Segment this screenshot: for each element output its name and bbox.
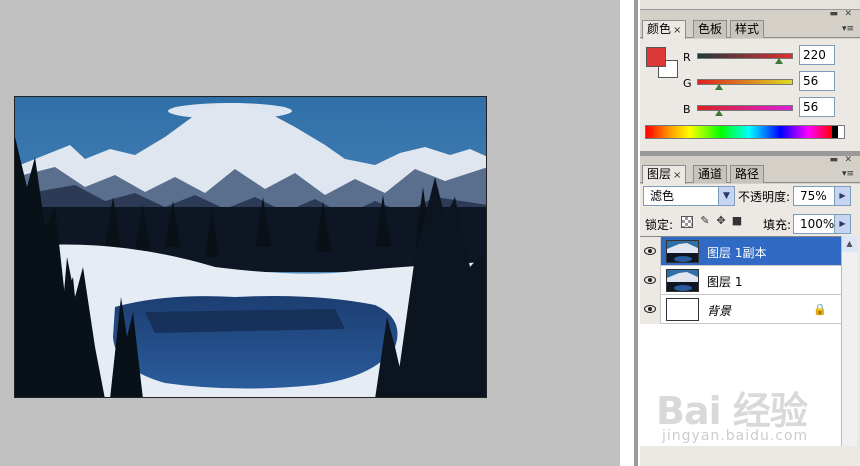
eye-icon <box>644 276 656 284</box>
minimize-icon[interactable]: ▬ <box>829 10 838 19</box>
tab-layers-label: 图层 <box>647 167 672 181</box>
color-spectrum-bar[interactable] <box>645 125 845 139</box>
layers-list: 图层 1副本 图层 1 背景 🔒 <box>639 236 841 446</box>
slider-r[interactable] <box>697 53 793 64</box>
visibility-toggle[interactable] <box>639 266 661 295</box>
dock-left-edge <box>638 0 640 466</box>
layer-row-1[interactable]: 图层 1 <box>639 266 841 295</box>
tab-color-label: 颜色 <box>647 22 672 36</box>
panel-dock: ▬ ✕ 颜色 × 色板 样式 ▾≡ R 220 G 56 B 56 ▬ ✕ 图层… <box>638 0 860 466</box>
opacity-input[interactable]: 75% ▶ <box>793 186 851 206</box>
close-icon[interactable]: ✕ <box>844 10 852 19</box>
thumbnail-photo <box>667 270 698 291</box>
panel-menu-icon[interactable]: ▾≡ <box>842 24 854 34</box>
chevron-down-icon[interactable]: ▼ <box>718 187 734 205</box>
opacity-value: 75% <box>800 189 827 203</box>
value-b-input[interactable]: 56 <box>799 97 835 117</box>
canvas-workspace[interactable] <box>0 0 620 466</box>
layer-name[interactable]: 背景 <box>707 302 731 319</box>
lock-label: 锁定: <box>645 218 674 232</box>
previous-panel-stub <box>638 0 860 10</box>
tab-channels-label: 通道 <box>698 167 723 181</box>
layers-scrollbar[interactable]: ▲ <box>841 236 857 446</box>
eye-icon <box>644 305 656 313</box>
tab-close-icon[interactable]: × <box>673 170 681 181</box>
blend-mode-select[interactable]: 滤色 ▼ <box>643 186 735 206</box>
tab-layers[interactable]: 图层 × <box>642 165 687 184</box>
tab-swatches-label: 色板 <box>698 22 723 36</box>
fill-value: 100% <box>800 217 835 231</box>
slider-b[interactable] <box>697 105 793 116</box>
tab-paths[interactable]: 路径 <box>730 165 765 183</box>
mountain-lake-photo <box>15 97 486 397</box>
fill-label: 填充: <box>763 218 792 232</box>
visibility-toggle[interactable] <box>639 295 661 324</box>
lock-icon: 🔒 <box>813 303 827 316</box>
layer-thumbnail <box>666 269 699 292</box>
tab-styles-label: 样式 <box>735 22 760 36</box>
color-panel-body: R 220 G 56 B 56 <box>638 39 860 151</box>
scroll-up-icon[interactable]: ▲ <box>842 236 857 252</box>
opacity-label: 不透明度: <box>738 190 791 204</box>
move-icon[interactable]: ✥ <box>715 215 727 227</box>
channel-b-label: B <box>683 103 691 116</box>
layer-row-copy[interactable]: 图层 1副本 <box>639 237 841 266</box>
layer-row-background[interactable]: 背景 🔒 <box>639 295 841 324</box>
blend-mode-value: 滤色 <box>650 189 675 203</box>
tab-channels[interactable]: 通道 <box>693 165 728 183</box>
tab-styles[interactable]: 样式 <box>730 20 765 38</box>
foreground-color-swatch[interactable] <box>646 47 666 67</box>
slider-g[interactable] <box>697 79 793 90</box>
lock-icon[interactable]: ■ <box>731 215 743 227</box>
layer-name[interactable]: 图层 1副本 <box>707 244 766 261</box>
slider-r-thumb[interactable] <box>775 58 783 64</box>
opacity-arrow-icon[interactable]: ▶ <box>834 187 850 205</box>
layer-thumbnail <box>666 298 699 321</box>
color-panel-tabs: 颜色 × 色板 样式 ▾≡ <box>638 18 860 39</box>
fill-input[interactable]: 100% ▶ <box>793 214 851 234</box>
fill-arrow-icon[interactable]: ▶ <box>834 215 850 233</box>
document-image[interactable] <box>14 96 487 398</box>
value-r-input[interactable]: 220 <box>799 45 835 65</box>
checkerboard-icon[interactable] <box>681 216 693 228</box>
channel-g-label: G <box>683 77 692 90</box>
tab-close-icon[interactable]: × <box>673 25 681 36</box>
layers-panel-tabs: 图层 × 通道 路径 ▾≡ <box>638 163 860 184</box>
color-panel-titlebar[interactable]: ▬ ✕ <box>638 10 860 19</box>
eye-icon <box>644 247 656 255</box>
tab-color[interactable]: 颜色 × <box>642 20 687 39</box>
tab-swatches[interactable]: 色板 <box>693 20 728 38</box>
layer-thumbnail <box>666 240 699 263</box>
channel-r-label: R <box>683 51 691 64</box>
brush-icon[interactable]: ✎ <box>699 215 711 227</box>
layer-name[interactable]: 图层 1 <box>707 273 742 290</box>
visibility-toggle[interactable] <box>639 237 661 266</box>
slider-b-thumb[interactable] <box>715 110 723 116</box>
panel-menu-icon[interactable]: ▾≡ <box>842 169 854 179</box>
slider-g-thumb[interactable] <box>715 84 723 90</box>
tab-paths-label: 路径 <box>735 167 760 181</box>
value-g-input[interactable]: 56 <box>799 71 835 91</box>
thumbnail-photo <box>667 241 698 262</box>
layers-panel-body: 滤色 ▼ 不透明度: 75% ▶ 锁定: ✎ ✥ ■ 填充: 100% ▶ 图层… <box>638 184 860 466</box>
